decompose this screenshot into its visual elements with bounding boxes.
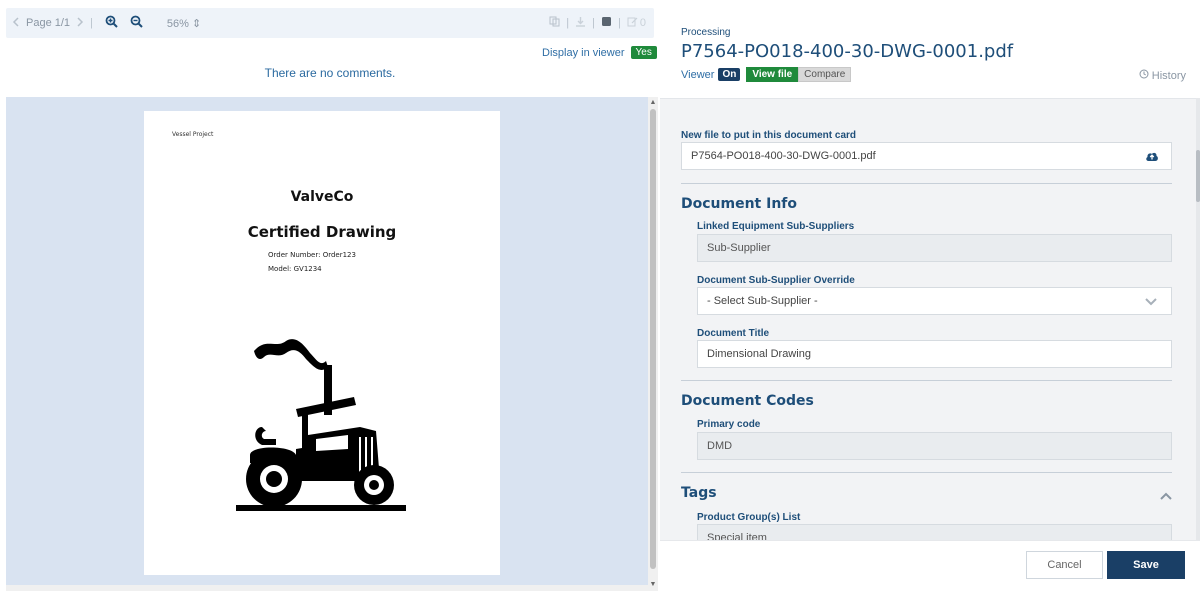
section-divider xyxy=(681,380,1172,381)
toolbar-divider: | xyxy=(592,17,596,29)
display-in-viewer-badge[interactable]: Yes xyxy=(630,46,657,59)
new-file-value: P7564-PO018-400-30-DWG-0001.pdf xyxy=(691,150,876,162)
zoom-out-icon xyxy=(130,15,143,31)
document-card-panel: Processing P7564-PO018-400-30-DWG-0001.p… xyxy=(660,0,1200,591)
pdf-horizontal-scrollbar[interactable] xyxy=(6,585,648,591)
section-divider xyxy=(681,183,1172,184)
pdf-canvas[interactable]: Vessel Project ValveCo Certified Drawing… xyxy=(6,97,648,591)
new-file-label: New file to put in this document card xyxy=(681,130,857,141)
prev-page-button[interactable] xyxy=(12,16,20,30)
linked-sub-suppliers-value: Sub-Supplier xyxy=(707,242,771,254)
product-group-label: Product Group(s) List xyxy=(697,512,801,523)
edit-count: 0 xyxy=(639,17,646,29)
scroll-down-icon[interactable]: ▼ xyxy=(649,581,657,589)
zoom-select[interactable]: 56% ⇕ xyxy=(167,17,201,30)
pdf-page-header: Vessel Project xyxy=(172,131,214,138)
display-in-viewer-label: Display in viewer xyxy=(542,46,625,59)
new-file-input[interactable]: P7564-PO018-400-30-DWG-0001.pdf xyxy=(681,142,1172,170)
primary-code-field: DMD xyxy=(697,432,1172,460)
clock-icon xyxy=(1139,69,1149,82)
pdf-vertical-scrollbar[interactable]: ▲ ▼ xyxy=(648,97,658,591)
cloud-upload-icon[interactable] xyxy=(1145,151,1159,165)
document-title-label: Document Title xyxy=(697,328,770,339)
document-codes-title: Document Codes xyxy=(681,393,814,409)
app-root: Page 1/1 | 56% ⇕ | | | 0 Display in view… xyxy=(0,0,1200,591)
linked-sub-suppliers-field: Sub-Supplier xyxy=(697,234,1172,262)
viewer-on-badge[interactable]: On xyxy=(718,68,741,81)
document-form: New file to put in this document card P7… xyxy=(660,98,1200,540)
viewer-label: Viewer xyxy=(681,68,715,81)
document-filename: P7564-PO018-400-30-DWG-0001.pdf xyxy=(681,41,1014,62)
scroll-up-icon[interactable]: ▲ xyxy=(649,99,657,107)
primary-code-value: DMD xyxy=(707,440,733,452)
document-title-value: Dimensional Drawing xyxy=(707,348,811,360)
chevron-up-icon[interactable] xyxy=(1160,489,1172,503)
document-info-title: Document Info xyxy=(681,196,798,212)
copy-icon[interactable] xyxy=(549,16,560,30)
save-button[interactable]: Save xyxy=(1107,551,1185,579)
viewer-actions: | | | 0 xyxy=(549,16,646,30)
view-file-button[interactable]: View file xyxy=(746,67,799,82)
compare-button[interactable]: Compare xyxy=(798,67,852,82)
comments-empty-state: There are no comments. xyxy=(264,66,396,80)
sub-supplier-override-label: Document Sub-Supplier Override xyxy=(697,275,855,286)
pdf-company-name: ValveCo xyxy=(290,189,354,205)
chevron-down-icon xyxy=(1145,295,1157,309)
pdf-order-number: Order Number: Order123 xyxy=(268,251,356,259)
section-divider xyxy=(681,472,1172,473)
sub-supplier-override-value: - Select Sub-Supplier - xyxy=(707,295,818,307)
panel-footer: Cancel Save xyxy=(660,540,1200,591)
toolbar-divider: | xyxy=(566,17,570,29)
pdf-model: Model: GV1234 xyxy=(268,265,322,273)
tractor-icon xyxy=(236,339,406,511)
next-page-button[interactable] xyxy=(76,16,84,30)
zoom-out-button[interactable] xyxy=(130,15,143,31)
product-group-field: Special item xyxy=(697,524,1172,540)
form-scroll-thumb[interactable] xyxy=(1196,150,1200,202)
form-scrollbar[interactable] xyxy=(1196,98,1200,540)
chevron-left-icon xyxy=(12,16,20,30)
history-label: History xyxy=(1151,69,1186,82)
edit-icon[interactable] xyxy=(627,16,638,30)
primary-code-label: Primary code xyxy=(697,419,761,430)
pdf-document-title: Certified Drawing xyxy=(247,223,397,241)
zoom-value: 56% xyxy=(166,17,189,30)
toolbar-divider: | xyxy=(618,17,621,29)
product-group-value: Special item xyxy=(707,532,767,540)
document-title-input[interactable]: Dimensional Drawing xyxy=(697,340,1172,368)
pdf-page: Vessel Project ValveCo Certified Drawing… xyxy=(144,111,500,575)
viewer-controls: Viewer On View file Compare xyxy=(681,67,852,82)
sub-supplier-override-select[interactable]: - Select Sub-Supplier - xyxy=(697,287,1172,315)
sort-icon: ⇕ xyxy=(192,17,202,30)
linked-sub-suppliers-label: Linked Equipment Sub-Suppliers xyxy=(697,221,855,232)
tags-title: Tags xyxy=(681,485,717,501)
zoom-in-icon xyxy=(105,15,118,31)
stop-icon[interactable] xyxy=(601,16,612,30)
viewer-toolbar: Page 1/1 | 56% ⇕ | | | 0 xyxy=(6,8,654,38)
download-icon[interactable] xyxy=(575,16,586,30)
chevron-right-icon xyxy=(76,16,84,30)
zoom-in-button[interactable] xyxy=(105,15,118,31)
panel-header: Processing P7564-PO018-400-30-DWG-0001.p… xyxy=(660,0,1200,98)
display-in-viewer-toggle[interactable]: Display in viewer Yes xyxy=(542,46,657,59)
page-indicator: Page 1/1 xyxy=(26,17,71,29)
cancel-button[interactable]: Cancel xyxy=(1026,551,1103,579)
scroll-thumb[interactable] xyxy=(650,109,656,569)
history-link[interactable]: History xyxy=(1139,69,1186,82)
status-label: Processing xyxy=(681,27,731,38)
document-viewer-pane: Page 1/1 | 56% ⇕ | | | 0 Display in view… xyxy=(0,0,660,591)
toolbar-divider: | xyxy=(90,17,93,29)
